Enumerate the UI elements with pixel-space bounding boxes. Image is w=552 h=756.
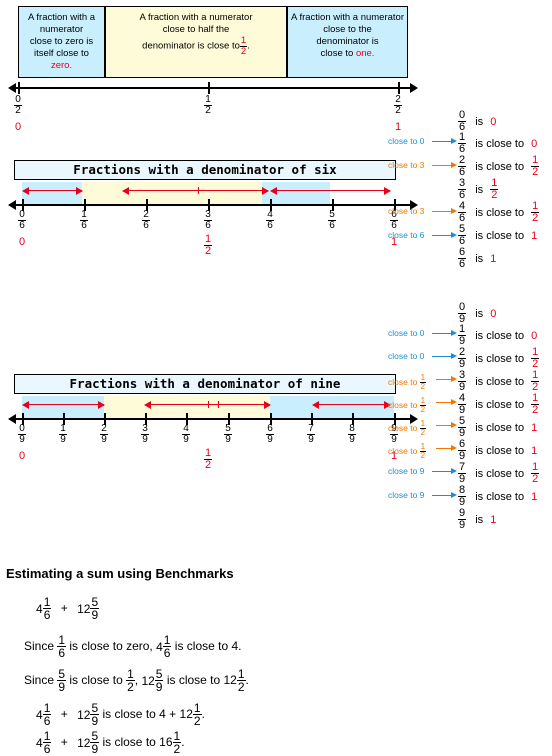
six-list-row-1: 16 is close to 0 <box>458 131 538 156</box>
bottom-expression: 416 + 12 5 9 <box>36 595 100 623</box>
nine-title: Fractions with a denominator of nine <box>14 374 396 394</box>
benchmark-box-one: A fraction with a numerator close to the… <box>287 6 408 78</box>
benchmark-box-half: A fraction with a numerator close to hal… <box>105 6 287 78</box>
bottom-heading: Estimating a sum using Benchmarks <box>6 566 234 581</box>
nine-label-0: 09 <box>18 423 26 446</box>
six-list-row-3: 36 is 12 <box>458 177 499 202</box>
six-note-1: close to 0 <box>388 136 425 146</box>
nine-fraction-list: 09 is 0 close to 0 19 is close to 0 clos… <box>388 301 552 542</box>
bottom-line-1: Since 16 is close to zero, 416 is close … <box>24 633 242 661</box>
box3-line3: denominator is <box>316 36 379 47</box>
six-label-4: 46 <box>266 209 274 232</box>
box3-line2: close to the <box>323 24 372 35</box>
benchmark-explanation-boxes: A fraction with a numerator close to zer… <box>18 6 408 78</box>
nine-label-5: 59 <box>224 423 232 446</box>
nine-list-row-7: 79 is close to 12 <box>458 461 540 486</box>
box2-period: . <box>247 40 250 52</box>
top-label-0: 02 <box>14 94 22 117</box>
box2-line1: A fraction with a numerator <box>139 12 253 23</box>
box3-line4b: one. <box>355 48 375 59</box>
nine-note-7: close to 9 <box>388 466 425 476</box>
top-label-1: 12 <box>204 94 212 117</box>
box2-line2: close to half the <box>162 24 230 35</box>
six-label-2: 26 <box>142 209 150 232</box>
top-under-0: 0 <box>14 121 22 133</box>
nine-note-2: close to 0 <box>388 351 425 361</box>
bottom-line-3: 416 + 12 5 9 is close to 4 + 12 1 2. <box>36 701 205 729</box>
nine-list-row-0: 09 is 0 <box>458 301 497 326</box>
nine-label-3: 39 <box>141 423 149 446</box>
six-label-3: 36 <box>204 209 212 232</box>
nine-label-6: 69 <box>266 423 274 446</box>
six-list-row-2: 26 is close to 12 <box>458 154 540 179</box>
six-note-2: close to 3 <box>388 160 425 170</box>
box3-line4a: close to <box>320 48 356 59</box>
six-list-row-6: 66 is 1 <box>458 246 497 271</box>
box2-line3: denominator is close to <box>142 40 240 52</box>
nine-label-8: 89 <box>348 423 356 446</box>
nine-note-1: close to 0 <box>388 328 425 338</box>
nine-label-1: 19 <box>59 423 67 446</box>
bottom-line-2: Since 59 is close to 12, 12 5 9 is close t… <box>24 667 249 695</box>
nine-list-row-1: 19 is close to 0 <box>458 323 538 348</box>
nine-list-row-3: 39 is close to 12 <box>458 369 540 394</box>
six-fraction-list: 06 is 0 close to 0 16 is close to 0 clos… <box>388 109 552 280</box>
top-number-line: 02 12 22 0 1 <box>8 82 418 133</box>
nine-note-8: close to 9 <box>388 490 425 500</box>
six-list-row-4: 46 is close to 12 <box>458 200 540 225</box>
nine-under-5: 12 <box>203 447 213 472</box>
six-list-row-0: 06 is 0 <box>458 109 497 134</box>
box1-line1: A fraction with a numerator <box>27 12 96 35</box>
nine-list-row-9: 99 is 1 <box>458 507 497 532</box>
nine-line-labels: 09 19 29 39 49 59 69 79 89 99 0 12 1 <box>8 423 418 471</box>
box1-line4: zero. <box>50 60 73 71</box>
six-label-5: 56 <box>328 209 336 232</box>
box3-line1: A fraction with a numerator <box>291 12 404 23</box>
nine-label-2: 29 <box>100 423 108 446</box>
six-line-labels: 06 16 26 36 46 56 66 0 12 1 <box>8 209 418 257</box>
six-note-4: close to 3 <box>388 206 425 216</box>
nine-list-row-2: 29 is close to 12 <box>458 346 540 371</box>
nine-note-3: close to 12 <box>388 373 427 392</box>
six-label-1: 16 <box>80 209 88 232</box>
nine-note-5: close to 12 <box>388 419 427 438</box>
six-list-row-5: 56 is close to 1 <box>458 223 538 248</box>
six-under-0: 0 <box>18 236 26 248</box>
nine-list-row-4: 49 is close to 12 <box>458 392 540 417</box>
six-label-0: 06 <box>18 209 26 232</box>
nine-list-row-6: 69 is close to 1 <box>458 438 538 463</box>
six-title: Fractions with a denominator of six <box>14 160 396 180</box>
nine-under-0: 0 <box>18 450 26 462</box>
box1-line2: close to zero is <box>29 36 94 47</box>
nine-label-4: 49 <box>182 423 190 446</box>
nine-list-row-5: 59 is close to 1 <box>458 415 538 440</box>
nine-label-7: 79 <box>307 423 315 446</box>
bottom-line-4: 416 + 12 5 9 is close to 16 1 2. <box>36 729 185 756</box>
six-note-5: close to 6 <box>388 230 425 240</box>
worksheet-page: A fraction with a numerator close to zer… <box>0 0 552 756</box>
benchmark-box-zero: A fraction with a numerator close to zer… <box>18 6 105 78</box>
six-under-3: 12 <box>203 233 213 258</box>
nine-list-row-8: 89 is close to 1 <box>458 484 538 509</box>
nine-note-6: close to 12 <box>388 442 427 461</box>
nine-note-4: close to 12 <box>388 396 427 415</box>
box1-line3: itself close to <box>34 48 89 59</box>
